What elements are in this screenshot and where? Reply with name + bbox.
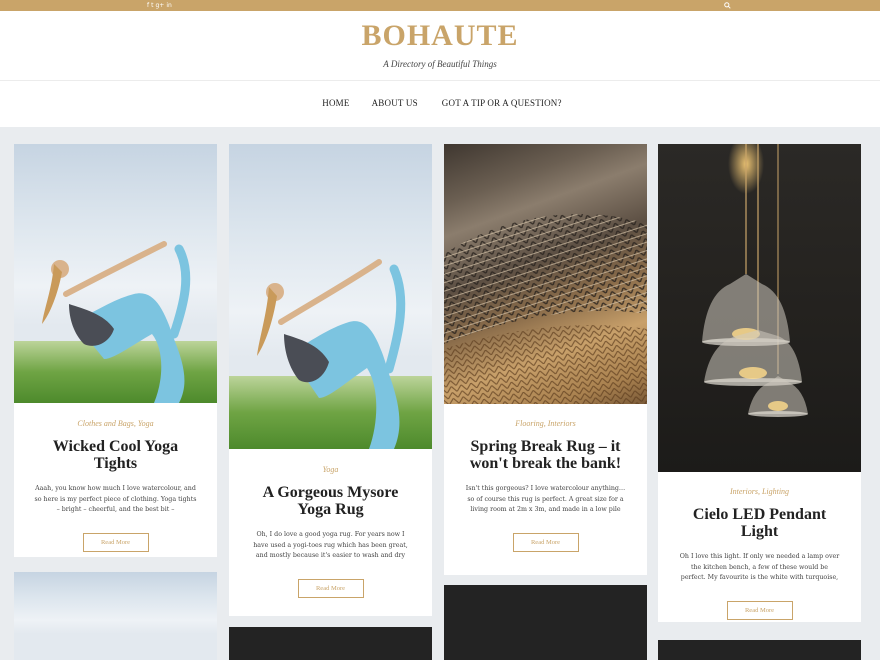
pendant-lights-graphic [702, 144, 808, 417]
google-plus-icon[interactable]: g+ [155, 0, 164, 11]
post-card-partial[interactable] [14, 572, 217, 660]
post-image[interactable] [14, 144, 217, 403]
read-more-button[interactable]: Read More [82, 533, 149, 552]
post-title[interactable]: Wicked Cool Yoga Tights [14, 438, 217, 472]
post-excerpt: Oh I love this light. If only we needed … [679, 553, 840, 581]
site-header: BOHAUTE A Directory of Beautiful Things … [0, 11, 880, 127]
post-title[interactable]: A Gorgeous Mysore Yoga Rug [229, 484, 432, 518]
read-more-button[interactable]: Read More [297, 579, 364, 598]
post-image[interactable] [658, 144, 861, 472]
post-body: Clothes and Bags, Yoga Wicked Cool Yoga … [14, 419, 217, 552]
post-body: Interiors, Lighting Cielo LED Pendant Li… [658, 487, 861, 620]
post-image[interactable] [444, 144, 647, 404]
facebook-icon[interactable]: f [147, 0, 149, 11]
read-more-button[interactable]: Read More [512, 533, 579, 552]
social-links: f t g+ in [147, 0, 172, 11]
site-tagline: A Directory of Beautiful Things [383, 59, 497, 69]
post-excerpt: Aaah, you know how much I love watercolo… [34, 485, 197, 513]
post-card-partial[interactable] [229, 627, 432, 660]
post-card: Interiors, Lighting Cielo LED Pendant Li… [658, 144, 861, 622]
post-body: Yoga A Gorgeous Mysore Yoga Rug Oh, I do… [229, 465, 432, 598]
nav-home[interactable]: HOME [322, 98, 349, 108]
post-excerpt: Isn't this gorgeous? I love watercolour … [465, 485, 626, 513]
header-divider [0, 80, 880, 81]
post-card: Yoga A Gorgeous Mysore Yoga Rug Oh, I do… [229, 144, 432, 616]
post-categories[interactable]: Clothes and Bags, Yoga [14, 419, 217, 428]
rug-pattern-graphic [444, 214, 647, 404]
site-title[interactable]: BOHAUTE [0, 19, 880, 53]
search-icon[interactable] [724, 2, 731, 9]
yoga-figure-graphic [257, 259, 406, 449]
post-categories[interactable]: Yoga [229, 465, 432, 474]
post-title[interactable]: Spring Break Rug – it won't break the ba… [444, 438, 647, 472]
read-more-button[interactable]: Read More [726, 601, 793, 620]
nav-got-a-tip[interactable]: GOT A TIP OR A QUESTION? [442, 98, 562, 108]
post-excerpt: Oh, I do love a good yoga rug. For years… [253, 531, 408, 559]
top-bar: f t g+ in [0, 0, 880, 11]
linkedin-icon[interactable]: in [166, 0, 171, 11]
post-card: Flooring, Interiors Spring Break Rug – i… [444, 144, 647, 575]
main-nav: HOME ABOUT US GOT A TIP OR A QUESTION? [0, 98, 880, 108]
nav-about-us[interactable]: ABOUT US [372, 98, 418, 108]
post-card-partial[interactable] [444, 585, 647, 660]
post-body: Flooring, Interiors Spring Break Rug – i… [444, 419, 647, 552]
post-card: Clothes and Bags, Yoga Wicked Cool Yoga … [14, 144, 217, 557]
post-title[interactable]: Cielo LED Pendant Light [658, 506, 861, 540]
post-categories[interactable]: Interiors, Lighting [658, 487, 861, 496]
post-image[interactable] [229, 144, 432, 449]
post-categories[interactable]: Flooring, Interiors [444, 419, 647, 428]
post-card-partial[interactable] [658, 640, 861, 660]
yoga-figure-graphic [42, 241, 191, 403]
twitter-icon[interactable]: t [151, 0, 153, 11]
